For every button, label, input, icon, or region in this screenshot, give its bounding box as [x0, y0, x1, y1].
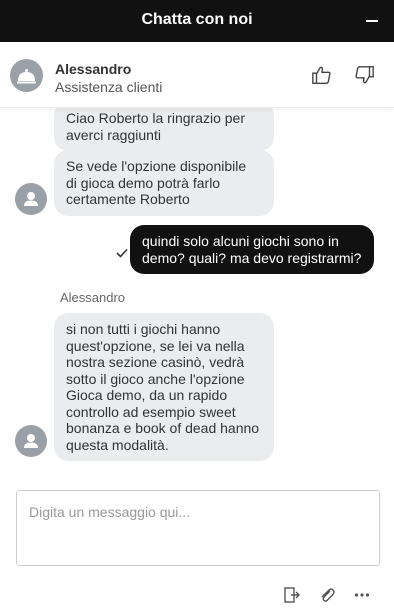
concierge-bell-icon: [17, 69, 36, 84]
thumbs-down-icon[interactable]: [353, 64, 375, 86]
message-input[interactable]: Digita un messaggio qui...: [16, 490, 380, 566]
agent-message: si non tutti i giochi hanno quest'opzion…: [54, 313, 274, 461]
read-check-icon: [116, 248, 128, 258]
message-list[interactable]: Ciao Roberto la ringrazio per averci rag…: [0, 108, 394, 472]
agent-avatar: [10, 59, 43, 92]
agent-avatar-small: [15, 425, 47, 457]
agent-role: Assistenza clienti: [55, 79, 163, 95]
message-sender: Alessandro: [60, 290, 126, 305]
agent-message: Ciao Roberto la ringrazio per averci rag…: [54, 108, 274, 151]
agent-message: Se vede l'opzione disponibile di gioca d…: [54, 150, 274, 216]
chat-title: Chatta con noi: [141, 11, 253, 28]
minimize-icon[interactable]: [364, 12, 380, 28]
user-icon: [24, 192, 38, 206]
agent-avatar-small: [15, 183, 47, 215]
exit-chat-icon[interactable]: [283, 586, 301, 604]
user-message: quindi solo alcuni giochi sono in demo? …: [130, 225, 374, 274]
thumbs-up-icon[interactable]: [311, 64, 333, 86]
chat-header: Chatta con noi: [0, 0, 394, 42]
agent-bar: Alessandro Assistenza clienti: [0, 42, 394, 108]
agent-name: Alessandro: [55, 61, 132, 77]
more-options-icon[interactable]: [353, 586, 371, 604]
user-icon: [24, 434, 38, 448]
paperclip-icon[interactable]: [318, 586, 336, 604]
message-input-placeholder: Digita un messaggio qui...: [29, 504, 191, 520]
